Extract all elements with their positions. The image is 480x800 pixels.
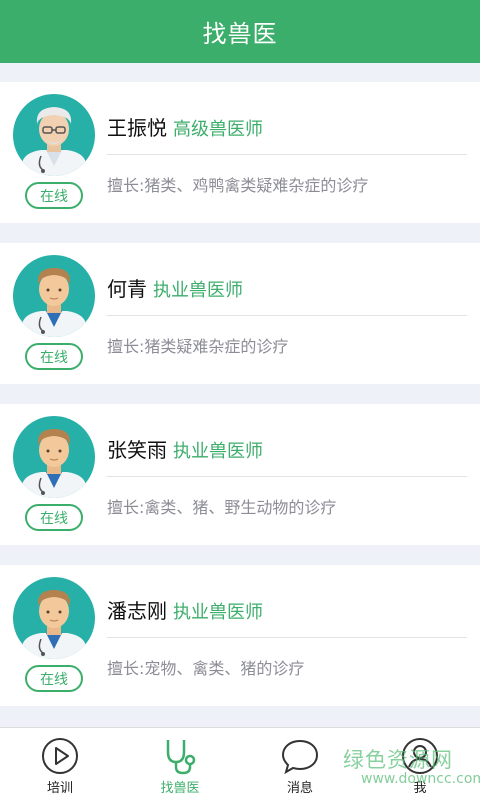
avatar xyxy=(13,255,95,337)
page-title: 找兽医 xyxy=(202,20,278,48)
online-status-badge: 在线 xyxy=(25,182,83,209)
doctor-name: 王振悦 xyxy=(107,116,167,140)
tab-messages[interactable]: 消息 xyxy=(240,728,360,800)
doctor-specialty: 擅长:猪类、鸡鸭禽类疑难杂症的诊疗 xyxy=(107,176,369,195)
doctor-name-row: 何青 执业兽医师 xyxy=(107,273,243,302)
divider xyxy=(107,154,467,155)
doctor-avatar-icon xyxy=(19,429,89,498)
tab-label: 培训 xyxy=(46,781,73,796)
doctor-title: 执业兽医师 xyxy=(173,602,263,623)
header-bar: 找兽医 xyxy=(0,0,480,63)
divider xyxy=(107,315,467,316)
divider xyxy=(107,476,467,477)
watermark: 绿色资源网 www.downcc.com xyxy=(343,744,480,796)
doctor-name: 潘志刚 xyxy=(107,599,167,623)
doctor-specialty: 擅长:猪类疑难杂症的诊疗 xyxy=(107,337,289,356)
chat-bubble-icon xyxy=(281,739,319,775)
doctor-specialty: 擅长:禽类、猪、野生动物的诊疗 xyxy=(107,498,337,517)
watermark-url: www.downcc.com xyxy=(361,771,480,787)
watermark-title: 绿色资源网 xyxy=(343,748,453,772)
doctor-card[interactable]: 在线 何青 执业兽医师 擅长:猪类疑难杂症的诊疗 xyxy=(0,243,480,384)
doctor-name-row: 张笑雨 执业兽医师 xyxy=(107,434,263,463)
avatar xyxy=(13,416,95,498)
doctor-name: 张笑雨 xyxy=(107,438,167,462)
doctor-title: 高级兽医师 xyxy=(173,119,263,140)
doctor-name-row: 潘志刚 执业兽医师 xyxy=(107,595,263,624)
tab-find-vet[interactable]: 找兽医 xyxy=(120,728,240,800)
doctor-title: 执业兽医师 xyxy=(173,441,263,462)
online-status-badge: 在线 xyxy=(25,343,83,370)
tab-training[interactable]: 培训 xyxy=(0,728,120,800)
play-circle-icon xyxy=(42,738,78,774)
doctor-card[interactable]: 在线 王振悦 高级兽医师 擅长:猪类、鸡鸭禽类疑难杂症的诊疗 xyxy=(0,82,480,223)
avatar xyxy=(13,94,95,176)
senior-doctor-avatar-icon xyxy=(19,107,89,176)
online-status-badge: 在线 xyxy=(25,504,83,531)
avatar xyxy=(13,577,95,659)
doctor-title: 执业兽医师 xyxy=(153,280,243,301)
doctor-card[interactable]: 在线 潘志刚 执业兽医师 擅长:宠物、禽类、猪的诊疗 xyxy=(0,565,480,706)
tab-label: 找兽医 xyxy=(160,781,200,796)
online-status-badge: 在线 xyxy=(25,665,83,692)
doctor-specialty: 擅长:宠物、禽类、猪的诊疗 xyxy=(107,659,305,678)
divider xyxy=(107,637,467,638)
tab-label: 消息 xyxy=(286,781,313,796)
doctor-name: 何青 xyxy=(107,277,147,301)
doctor-name-row: 王振悦 高级兽医师 xyxy=(107,112,263,141)
doctor-avatar-icon xyxy=(19,590,89,659)
doctor-avatar-icon xyxy=(19,268,89,337)
stethoscope-icon xyxy=(166,740,196,775)
doctor-card[interactable]: 在线 张笑雨 执业兽医师 擅长:禽类、猪、野生动物的诊疗 xyxy=(0,404,480,545)
